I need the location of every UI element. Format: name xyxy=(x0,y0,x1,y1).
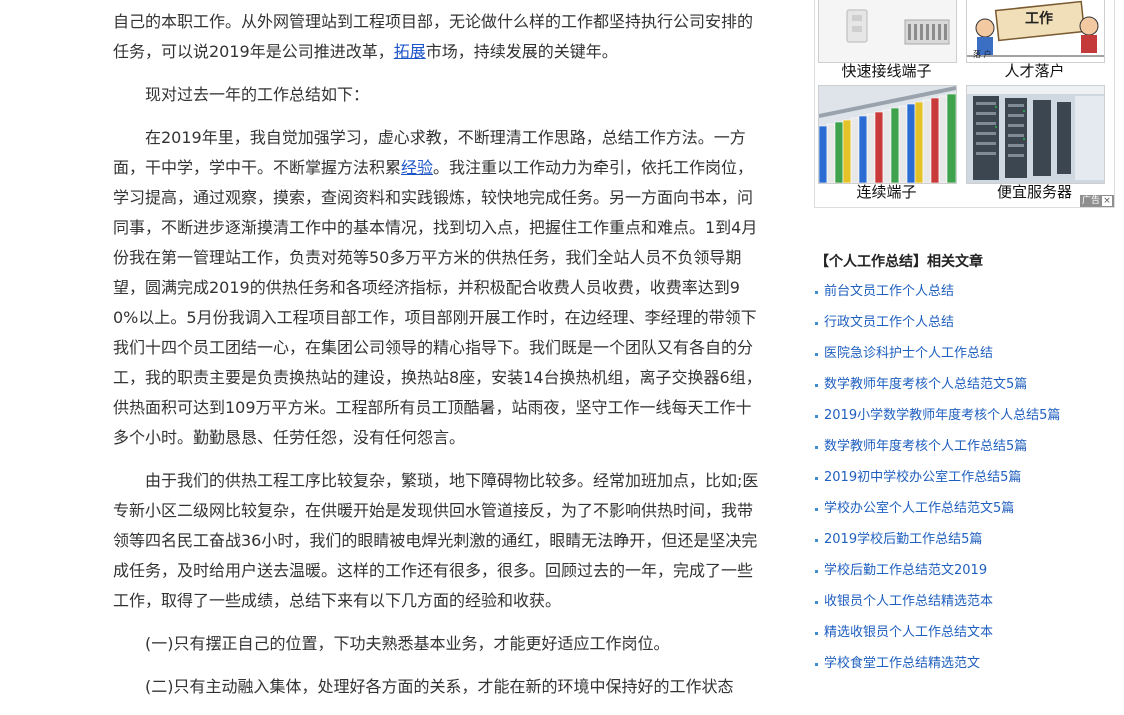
list-item: 2019初中学校办公室工作总结5篇 xyxy=(815,466,1115,497)
ad-caption: 连续端子 xyxy=(856,183,917,201)
related-link[interactable]: 数学教师年度考核个人总结范文5篇 xyxy=(824,377,1027,392)
terminal-block-icon xyxy=(818,0,957,63)
related-link[interactable]: 前台文员工作个人总结 xyxy=(824,284,954,299)
list-item: 学校办公室个人工作总结范文5篇 xyxy=(815,497,1115,528)
related-link[interactable]: 2019学校后勤工作总结5篇 xyxy=(824,532,982,547)
related-link[interactable]: 2019小学数学教师年度考核个人总结5篇 xyxy=(824,408,1060,423)
ad-label: 广告 xyxy=(1081,196,1100,206)
keyword-link-expand[interactable]: 拓展 xyxy=(394,42,426,61)
close-icon[interactable]: × xyxy=(1102,196,1112,206)
ad-tile-cheap-server[interactable]: 便宜服务器 xyxy=(963,85,1106,203)
related-link[interactable]: 学校后勤工作总结范文2019 xyxy=(824,563,987,578)
article-paragraph: (一)只有摆正自己的位置，下功夫熟悉基本业务，才能更好适应工作岗位。 xyxy=(145,634,670,653)
list-item: 数学教师年度考核个人工作总结5篇 xyxy=(815,435,1115,466)
related-link[interactable]: 学校食堂工作总结精选范文 xyxy=(824,656,980,671)
ad-tile-continuous-terminal[interactable]: 连续端子 xyxy=(815,85,958,203)
keyword-link-experience[interactable]: 经验 xyxy=(401,158,433,177)
article-paragraph: (二)只有主动融入集体，处理好各方面的关系，才能在新的环境中保持好的工作状态 xyxy=(145,677,734,696)
related-link[interactable]: 2019初中学校办公室工作总结5篇 xyxy=(824,470,1021,485)
related-link[interactable]: 数学教师年度考核个人工作总结5篇 xyxy=(824,439,1027,454)
article-paragraph: 在2019年里，我自觉加强学习，虚心求教，不断理清工作思路，总结工作方法。一方面… xyxy=(113,123,765,453)
related-link[interactable]: 精选收银员个人工作总结文本 xyxy=(824,625,993,640)
article-paragraph: 现对过去一年的工作总结如下： xyxy=(145,85,370,104)
related-title: 【个人工作总结】相关文章 xyxy=(815,254,983,270)
related-link[interactable]: 收银员个人工作总结精选范本 xyxy=(824,594,993,609)
ad-badge: 广告 × xyxy=(1079,195,1114,207)
list-item: 数学教师年度考核个人总结范文5篇 xyxy=(815,373,1115,404)
related-link[interactable]: 行政文员工作个人总结 xyxy=(824,315,954,330)
ad-image-text: 工作 xyxy=(1025,11,1053,27)
list-item: 2019小学数学教师年度考核个人总结5篇 xyxy=(815,404,1115,435)
paragraph-text: 市场，持续发展的关键年。 xyxy=(425,42,618,61)
continuous-terminal-icon xyxy=(818,85,957,184)
ad-image-label: 落 户 xyxy=(973,50,992,59)
ad-caption: 快速接线端子 xyxy=(841,62,932,80)
ad-caption: 人才落户 xyxy=(1004,62,1065,80)
list-item: 医院急诊科护士个人工作总结 xyxy=(815,342,1115,373)
list-item: 学校食堂工作总结精选范文 xyxy=(815,652,1115,683)
related-link[interactable]: 学校办公室个人工作总结范文5篇 xyxy=(824,501,1014,516)
list-item: 2019学校后勤工作总结5篇 xyxy=(815,528,1115,559)
talent-cartoon-icon: 工作 落 户 xyxy=(966,0,1105,63)
related-articles: 【个人工作总结】相关文章 前台文员工作个人总结 行政文员工作个人总结 医院急诊科… xyxy=(815,250,1115,683)
list-item: 学校后勤工作总结范文2019 xyxy=(815,559,1115,590)
related-link[interactable]: 医院急诊科护士个人工作总结 xyxy=(824,346,993,361)
list-item: 精选收银员个人工作总结文本 xyxy=(815,621,1115,652)
paragraph-text: 。我注重以工作动力为牵引，依托工作岗位，学习提高，通过观察，摸索，查阅资料和实践… xyxy=(113,158,762,447)
list-item: 前台文员工作个人总结 xyxy=(815,280,1115,311)
article-paragraph: 自己的本职工作。从外网管理站到工程项目部，无论做什么样的工作都坚持执行公司安排的… xyxy=(113,7,765,67)
list-item: 收银员个人工作总结精选范本 xyxy=(815,590,1115,621)
related-list: 前台文员工作个人总结 行政文员工作个人总结 医院急诊科护士个人工作总结 数学教师… xyxy=(815,280,1115,683)
article-body: 自己的本职工作。从外网管理站到工程项目部，无论做什么样的工作都坚持执行公司安排的… xyxy=(113,7,765,715)
ad-tile-talent-settle[interactable]: 工作 落 户 人才落户 xyxy=(963,0,1106,83)
server-rack-icon xyxy=(966,85,1105,184)
ad-tile-quick-terminal[interactable]: 快速接线端子 xyxy=(815,0,958,83)
article-paragraph: 由于我们的供热工程工序比较复杂，繁琐，地下障碍物比较多。经常加班加点，比如;医专… xyxy=(113,471,759,610)
ad-box: 快速接线端子 工作 落 户 人才落户 连续端子 便宜服务器 广告 × xyxy=(814,0,1115,208)
list-item: 行政文员工作个人总结 xyxy=(815,311,1115,342)
